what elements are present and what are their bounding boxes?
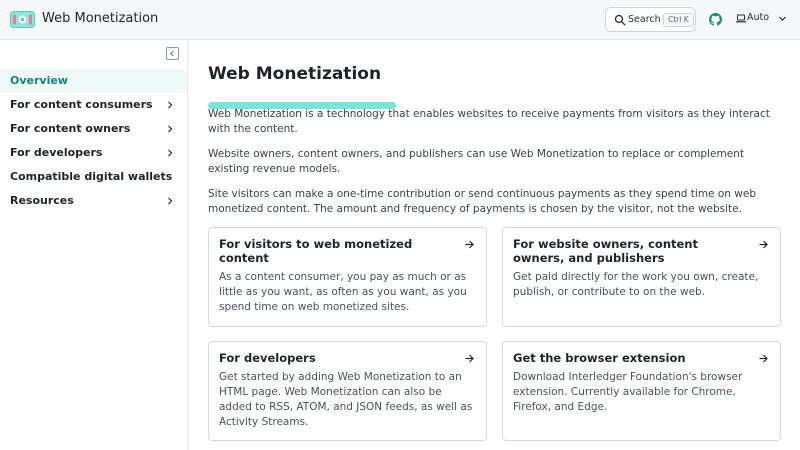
chevron-right-icon <box>168 125 173 133</box>
arrow-right-icon <box>759 240 768 249</box>
sidebar-item-resources[interactable]: Resources <box>0 189 186 213</box>
search-icon <box>614 14 626 26</box>
main-content: Web Monetization Web Monetization is a t… <box>188 40 800 450</box>
card-description: Get started by adding Web Monetization t… <box>219 371 473 428</box>
arrow-right-icon <box>465 354 474 363</box>
card-browser-extension[interactable]: Get the browser extension Download Inter… <box>502 341 781 441</box>
sidebar-item-label: For developers <box>10 146 103 159</box>
sidebar-item-label: For content consumers <box>10 98 153 111</box>
card-description: Get paid directly for the work you own, … <box>513 271 759 298</box>
card-developers[interactable]: For developers Get started by adding Web… <box>208 341 487 441</box>
laptop-icon <box>736 14 746 23</box>
card-visitors[interactable]: For visitors to web monetized content As… <box>208 227 487 327</box>
sidebar: Overview For content consumers For conte… <box>0 40 188 450</box>
sidebar-item-content-consumers[interactable]: For content consumers <box>0 93 186 117</box>
site-title[interactable]: Web Monetization <box>42 11 158 26</box>
card-title: For visitors to web monetized content <box>219 237 413 265</box>
sidebar-item-overview[interactable]: Overview <box>0 69 186 93</box>
web-monetization-logo-icon[interactable] <box>10 11 35 28</box>
card-website-owners[interactable]: For website owners, content owners, and … <box>502 227 781 327</box>
sidebar-item-content-owners[interactable]: For content owners <box>0 117 186 141</box>
sidebar-item-label: Resources <box>10 194 74 207</box>
owners-paragraph: Website owners, content owners, and publ… <box>208 148 744 175</box>
search-button[interactable]: Search Ctrl K <box>605 7 696 32</box>
sidebar-item-digital-wallets[interactable]: Compatible digital wallets <box>0 165 186 189</box>
chevron-right-icon <box>168 197 173 205</box>
sidebar-item-developers[interactable]: For developers <box>0 141 186 165</box>
intro-paragraph: Web Monetization is a technology that en… <box>208 108 770 135</box>
chevron-right-icon <box>168 101 173 109</box>
arrow-right-icon <box>759 354 768 363</box>
card-title: For website owners, content owners, and … <box>513 237 698 265</box>
arrow-right-icon <box>465 240 474 249</box>
chevron-right-icon <box>168 149 173 157</box>
card-title: For developers <box>219 351 316 365</box>
theme-label: Auto <box>747 12 770 23</box>
card-description: Download Interledger Foundation's browse… <box>513 371 743 413</box>
collapse-sidebar-icon[interactable] <box>166 47 179 60</box>
sidebar-item-label: For content owners <box>10 122 131 135</box>
sidebar-item-label: Overview <box>10 74 68 87</box>
page-title-wrap: Web Monetization <box>208 64 396 109</box>
top-header: Web Monetization Search Ctrl K Auto <box>0 0 800 40</box>
page-title: Web Monetization <box>208 64 382 84</box>
chevron-down-icon <box>779 16 786 21</box>
search-shortcut-badge: Ctrl K <box>663 13 694 27</box>
card-description: As a content consumer, you pay as much o… <box>219 271 467 313</box>
visitors-paragraph: Site visitors can make a one-time contri… <box>208 188 756 215</box>
github-icon[interactable] <box>709 13 722 26</box>
search-label: Search <box>628 13 661 25</box>
card-title: Get the browser extension <box>513 351 686 365</box>
sidebar-item-label: Compatible digital wallets <box>10 170 173 183</box>
